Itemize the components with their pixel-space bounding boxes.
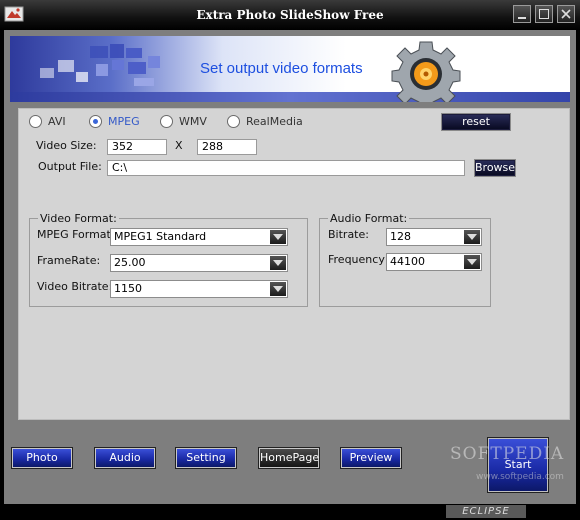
dropdown-arrow-icon (464, 230, 480, 244)
video-format-title: Video Format: (38, 212, 119, 225)
banner-title: Set output video formats (200, 60, 363, 77)
video-width-field[interactable]: 352 (107, 139, 167, 155)
video-bitrate-value: 1150 (114, 282, 142, 295)
radio-wmv[interactable]: WMV (160, 115, 207, 128)
audio-bitrate-value: 128 (390, 230, 411, 243)
mpeg-format-value: MPEG1 Standard (114, 230, 207, 243)
radio-indicator (227, 115, 240, 128)
app-window: Extra Photo SlideShow Free Set output vi… (0, 0, 580, 520)
preview-button[interactable]: Preview (341, 448, 401, 468)
homepage-button[interactable]: HomePage (259, 448, 319, 468)
browse-button[interactable]: Browse (474, 159, 516, 177)
dropdown-arrow-icon (464, 255, 480, 269)
radio-indicator (160, 115, 173, 128)
minimize-icon (518, 17, 526, 19)
radio-avi-label: AVI (48, 115, 66, 128)
mpeg-format-select[interactable]: MPEG1 Standard (110, 228, 288, 246)
format-panel: AVI MPEG WMV RealMedia reset Video Size:… (18, 108, 570, 420)
watermark-text: SOFTPEDIA (450, 444, 565, 464)
window-title: Extra Photo SlideShow Free (196, 8, 384, 22)
dropdown-arrow-icon (270, 256, 286, 270)
radio-indicator (29, 115, 42, 128)
audio-button[interactable]: Audio (95, 448, 155, 468)
video-bitrate-select[interactable]: 1150 (110, 280, 288, 298)
frequency-value: 44100 (390, 255, 425, 268)
framerate-label: FrameRate: (37, 254, 101, 267)
audio-format-group: Audio Format: Bitrate: 128 Frequency 441… (319, 212, 491, 307)
audio-bitrate-label: Bitrate: (328, 228, 369, 241)
video-format-group: Video Format: MPEG Format MPEG1 Standard… (29, 212, 308, 307)
video-bitrate-label: Video Bitrate: (37, 280, 113, 293)
dropdown-arrow-icon (270, 230, 286, 244)
client-area: Set output video formats AVI MPEG WMV Re… (4, 30, 576, 504)
minimize-button[interactable] (513, 5, 531, 23)
mpeg-format-label: MPEG Format (37, 228, 111, 241)
audio-bitrate-select[interactable]: 128 (386, 228, 482, 246)
framerate-select[interactable]: 25.00 (110, 254, 288, 272)
video-size-label: Video Size: (36, 139, 97, 152)
frequency-select[interactable]: 44100 (386, 253, 482, 271)
dropdown-arrow-icon (270, 282, 286, 296)
maximize-button[interactable] (535, 5, 553, 23)
title-bar[interactable]: Extra Photo SlideShow Free (0, 0, 580, 30)
radio-avi[interactable]: AVI (29, 115, 66, 128)
radio-wmv-label: WMV (179, 115, 207, 128)
footer-logo: ECLIPSE (446, 505, 526, 518)
footer-bar: ECLIPSE (0, 504, 580, 520)
banner-stripe (10, 92, 570, 102)
output-file-label: Output File: (38, 160, 102, 173)
setting-button[interactable]: Setting (176, 448, 236, 468)
video-height-field[interactable]: 288 (197, 139, 257, 155)
close-icon (561, 9, 571, 19)
close-button[interactable] (557, 5, 575, 23)
banner-squares-decoration (40, 44, 160, 86)
banner: Set output video formats (10, 36, 570, 102)
reset-button[interactable]: reset (441, 113, 511, 131)
frequency-label: Frequency (328, 253, 385, 266)
radio-realmedia-label: RealMedia (246, 115, 303, 128)
radio-mpeg-label: MPEG (108, 115, 140, 128)
radio-indicator-selected (89, 115, 102, 128)
audio-format-title: Audio Format: (328, 212, 410, 225)
radio-realmedia[interactable]: RealMedia (227, 115, 303, 128)
watermark-url: www.softpedia.com (476, 472, 564, 482)
gear-icon (391, 41, 461, 102)
maximize-icon (539, 9, 549, 19)
radio-mpeg[interactable]: MPEG (89, 115, 140, 128)
video-size-separator: X (175, 139, 183, 152)
output-file-field[interactable]: C:\ (107, 160, 465, 176)
photo-button[interactable]: Photo (12, 448, 72, 468)
framerate-value: 25.00 (114, 256, 146, 269)
